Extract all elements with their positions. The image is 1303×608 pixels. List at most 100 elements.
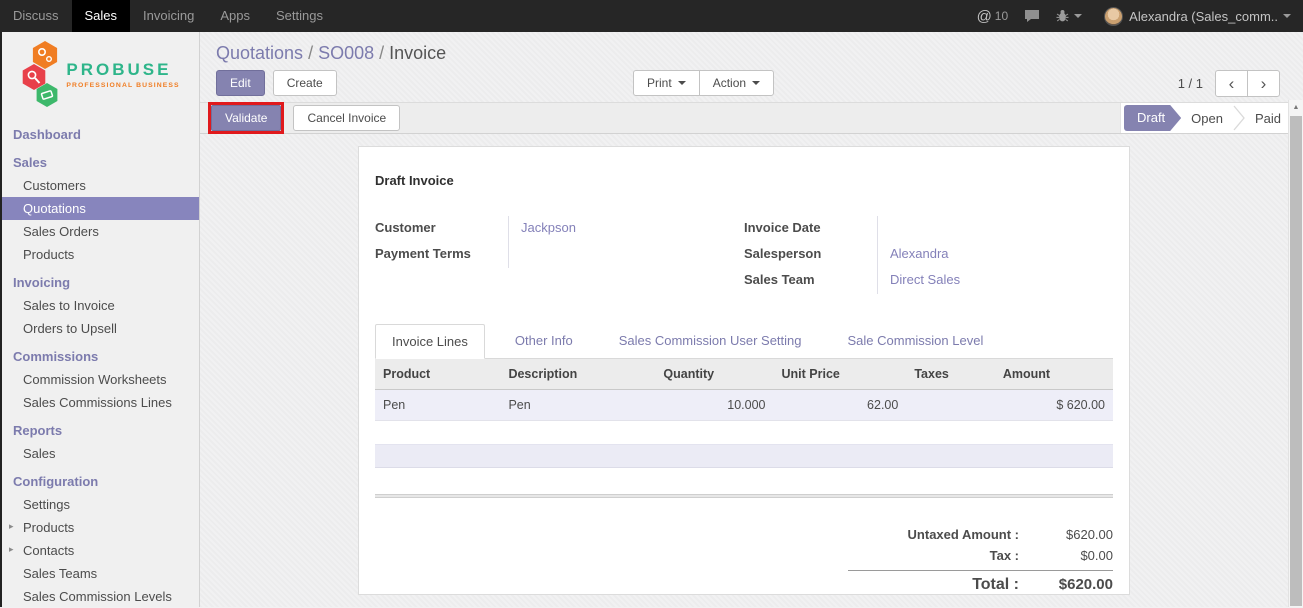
status-paid[interactable]: Paid bbox=[1245, 111, 1291, 126]
cell-taxes[interactable] bbox=[906, 390, 995, 421]
vertical-scrollbar[interactable]: ▲ bbox=[1288, 100, 1303, 607]
sidebar-section-configuration[interactable]: Configuration bbox=[2, 470, 199, 493]
bug-icon bbox=[1056, 9, 1069, 23]
menu-settings[interactable]: Settings bbox=[263, 0, 336, 32]
menu-invoicing[interactable]: Invoicing bbox=[130, 0, 207, 32]
field-group-right: Invoice Date Salesperson Alexandra Sales… bbox=[744, 216, 1113, 294]
cell-amount[interactable]: $ 620.00 bbox=[995, 390, 1113, 421]
header-taxes: Taxes bbox=[906, 359, 995, 390]
sidebar-item-dashboard[interactable]: Dashboard bbox=[2, 123, 199, 146]
sidebar-item-commission-worksheets[interactable]: Commission Worksheets bbox=[2, 368, 199, 391]
user-name: Alexandra (Sales_comm.. bbox=[1129, 9, 1278, 24]
main-content: Quotations/SO008/Invoice Edit Create Pri… bbox=[200, 32, 1303, 607]
logo-subtitle: PROFESSIONAL BUSINESS bbox=[66, 82, 179, 89]
header-unit-price: Unit Price bbox=[774, 359, 907, 390]
sidebar-item-products[interactable]: Products bbox=[2, 243, 199, 266]
menu-sales[interactable]: Sales bbox=[72, 0, 131, 32]
sidebar-item-quotations[interactable]: Quotations bbox=[2, 197, 199, 220]
expand-arrow-icon[interactable]: ▸ bbox=[9, 544, 14, 555]
edit-button[interactable]: Edit bbox=[216, 70, 265, 96]
sidebar-section-commissions[interactable]: Commissions bbox=[2, 345, 199, 368]
chevron-down-icon bbox=[678, 81, 686, 89]
sidebar-item-sales-commissions-lines[interactable]: Sales Commissions Lines bbox=[2, 391, 199, 414]
invoice-date-value[interactable] bbox=[877, 216, 1113, 242]
menu-discuss[interactable]: Discuss bbox=[0, 0, 72, 32]
sales-team-value[interactable]: Direct Sales bbox=[877, 268, 1113, 294]
cell-product[interactable]: Pen bbox=[375, 390, 500, 421]
notebook-tabs: Invoice Lines Other Info Sales Commissio… bbox=[375, 324, 1113, 359]
scrollbar-thumb[interactable] bbox=[1290, 116, 1302, 606]
sidebar-item-sales-commission-levels[interactable]: Sales Commission Levels bbox=[2, 585, 199, 608]
breadcrumb-separator: / bbox=[303, 43, 318, 63]
action-dropdown-button[interactable]: Action bbox=[699, 70, 774, 96]
tab-sale-commission-level[interactable]: Sale Commission Level bbox=[832, 324, 1000, 359]
user-menu[interactable]: Alexandra (Sales_comm.. bbox=[1088, 7, 1291, 26]
sidebar-item-sales-orders[interactable]: Sales Orders bbox=[2, 220, 199, 243]
breadcrumb-separator: / bbox=[374, 43, 389, 63]
sidebar-section-reports[interactable]: Reports bbox=[2, 419, 199, 442]
salesperson-label: Salesperson bbox=[744, 242, 877, 268]
print-label: Print bbox=[647, 76, 672, 90]
chat-button[interactable] bbox=[1024, 9, 1040, 23]
pager-previous-button[interactable]: ‹ bbox=[1215, 70, 1248, 97]
sidebar-item-settings[interactable]: Settings bbox=[2, 493, 199, 516]
invoice-date-label: Invoice Date bbox=[744, 216, 877, 242]
sidebar-section-sales[interactable]: Sales bbox=[2, 151, 199, 174]
empty-list-strip bbox=[375, 444, 1113, 468]
sidebar-item-sales-teams[interactable]: Sales Teams bbox=[2, 562, 199, 585]
totals-block: Untaxed Amount : $620.00 Tax : $0.00 Tot… bbox=[848, 524, 1113, 595]
tab-invoice-lines[interactable]: Invoice Lines bbox=[375, 324, 485, 359]
probuse-hexagons-icon bbox=[21, 40, 61, 110]
validate-button[interactable]: Validate bbox=[211, 105, 281, 131]
breadcrumb-quotations[interactable]: Quotations bbox=[216, 43, 303, 63]
untaxed-amount-row: Untaxed Amount : $620.00 bbox=[848, 524, 1113, 545]
sidebar-item-config-contacts[interactable]: ▸ Contacts bbox=[2, 539, 199, 562]
tab-sales-commission-user-setting[interactable]: Sales Commission User Setting bbox=[603, 324, 818, 359]
create-button[interactable]: Create bbox=[273, 70, 337, 96]
chevron-right-icon: › bbox=[1261, 75, 1267, 92]
cell-quantity[interactable]: 10.000 bbox=[655, 390, 773, 421]
page-body: PROBUSE PROFESSIONAL BUSINESS Dashboard … bbox=[0, 32, 1303, 607]
customer-value[interactable]: Jackpson bbox=[508, 216, 744, 242]
mention-count: 10 bbox=[995, 9, 1008, 23]
cell-description[interactable]: Pen bbox=[500, 390, 655, 421]
sidebar-item-orders-to-upsell[interactable]: Orders to Upsell bbox=[2, 317, 199, 340]
section-divider bbox=[375, 494, 1113, 498]
cell-unit-price[interactable]: 62.00 bbox=[774, 390, 907, 421]
sidebar-item-label: Products bbox=[23, 520, 74, 535]
pager-counter: 1 / 1 bbox=[1178, 76, 1203, 91]
invoice-lines-table: Product Description Quantity Unit Price … bbox=[375, 359, 1113, 421]
app-logo: PROBUSE PROFESSIONAL BUSINESS bbox=[2, 32, 199, 118]
print-dropdown-button[interactable]: Print bbox=[633, 70, 700, 96]
scrollbar-up-arrow-icon[interactable]: ▲ bbox=[1289, 100, 1303, 115]
top-menubar: Discuss Sales Invoicing Apps Settings @ … bbox=[0, 0, 1303, 32]
control-panel: Edit Create Print Action 1 / 1 ‹ › bbox=[200, 65, 1303, 102]
debug-menu-button[interactable] bbox=[1056, 9, 1082, 23]
salesperson-value[interactable]: Alexandra bbox=[877, 242, 1113, 268]
speech-bubble-icon bbox=[1024, 9, 1040, 23]
sidebar-item-customers[interactable]: Customers bbox=[2, 174, 199, 197]
table-row[interactable]: Pen Pen 10.000 62.00 $ 620.00 bbox=[375, 390, 1113, 421]
menu-apps[interactable]: Apps bbox=[207, 0, 263, 32]
untaxed-amount-value: $620.00 bbox=[1033, 527, 1113, 542]
total-label: Total : bbox=[848, 576, 1033, 594]
sidebar-menu: Dashboard Sales Customers Quotations Sal… bbox=[2, 123, 199, 608]
mentions-counter[interactable]: @ 10 bbox=[977, 8, 1009, 25]
sidebar-item-reports-sales[interactable]: Sales bbox=[2, 442, 199, 465]
table-header-row: Product Description Quantity Unit Price … bbox=[375, 359, 1113, 390]
status-open[interactable]: Open bbox=[1181, 111, 1233, 126]
status-draft[interactable]: Draft bbox=[1124, 105, 1181, 131]
cancel-invoice-button[interactable]: Cancel Invoice bbox=[293, 105, 400, 131]
action-label: Action bbox=[713, 76, 746, 90]
header-product: Product bbox=[375, 359, 500, 390]
payment-terms-value[interactable] bbox=[508, 242, 744, 268]
sales-team-label: Sales Team bbox=[744, 268, 877, 294]
sidebar-item-sales-to-invoice[interactable]: Sales to Invoice bbox=[2, 294, 199, 317]
sidebar-section-invoicing[interactable]: Invoicing bbox=[2, 271, 199, 294]
tab-other-info[interactable]: Other Info bbox=[499, 324, 589, 359]
sidebar-item-config-products[interactable]: ▸ Products bbox=[2, 516, 199, 539]
breadcrumb-so008[interactable]: SO008 bbox=[318, 43, 374, 63]
pager-next-button[interactable]: › bbox=[1247, 70, 1280, 97]
expand-arrow-icon[interactable]: ▸ bbox=[9, 521, 14, 532]
chevron-left-icon: ‹ bbox=[1229, 75, 1235, 92]
